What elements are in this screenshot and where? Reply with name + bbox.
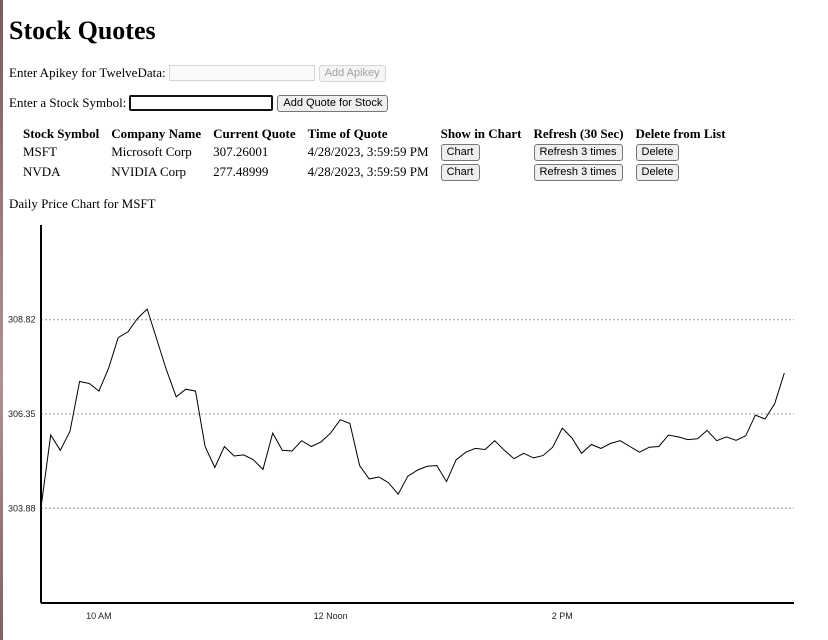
- row-delete-cell: Delete: [631, 142, 733, 162]
- delete-button[interactable]: Delete: [635, 144, 680, 161]
- price-chart: 303.88 306.35 308.82 10 AM 12 Noon 2 PM: [8, 225, 794, 621]
- refresh-button[interactable]: Refresh 3 times: [533, 144, 623, 161]
- chart-button[interactable]: Chart: [440, 144, 480, 161]
- chart-button[interactable]: Chart: [440, 164, 480, 181]
- row-quote: 307.26001: [213, 144, 269, 159]
- table-header-row: Stock Symbol Company Name Current Quote …: [18, 125, 733, 142]
- row-symbol: NVDA: [23, 164, 61, 179]
- row-time: 4/28/2023, 3:59:59 PM: [307, 164, 429, 179]
- row-time: 4/28/2023, 3:59:59 PM: [307, 144, 429, 159]
- row-chart-cell: Chart: [436, 162, 529, 182]
- row-symbol: MSFT: [23, 144, 57, 159]
- page-title: Stock Quotes: [9, 16, 156, 45]
- x-tick-label: 12 Noon: [314, 611, 348, 621]
- delete-button[interactable]: Delete: [635, 164, 680, 181]
- row-delete-cell: Delete: [631, 162, 733, 182]
- table-row: NVDA NVIDIA Corp 277.48999 4/28/2023, 3:…: [18, 162, 733, 182]
- symbol-label: Enter a Stock Symbol:: [9, 95, 127, 110]
- add-quote-button[interactable]: Add Quote for Stock: [277, 94, 389, 112]
- row-refresh-cell: Refresh 3 times: [529, 162, 631, 182]
- price-line: [40, 308, 785, 508]
- table-row: MSFT Microsoft Corp 307.26001 4/28/2023,…: [18, 142, 733, 162]
- header-stock-symbol: Stock Symbol: [23, 125, 100, 141]
- row-company: NVIDIA Corp: [111, 164, 186, 179]
- row-chart-cell: Chart: [436, 142, 529, 162]
- row-company: Microsoft Corp: [111, 144, 192, 159]
- y-tick-label: 308.82: [8, 315, 36, 325]
- row-quote: 277.48999: [213, 164, 269, 179]
- refresh-button[interactable]: Refresh 3 times: [533, 164, 623, 181]
- header-refresh: Refresh (30 Sec): [533, 125, 624, 141]
- row-refresh-cell: Refresh 3 times: [529, 142, 631, 162]
- header-delete: Delete from List: [635, 125, 726, 141]
- quotes-table: Stock Symbol Company Name Current Quote …: [18, 125, 733, 182]
- apikey-label: Enter Apikey for TwelveData:: [9, 65, 166, 80]
- apikey-row: Enter Apikey for TwelveData: Add Apikey: [9, 64, 386, 82]
- symbol-row: Enter a Stock Symbol: Add Quote for Stoc…: [9, 94, 389, 112]
- apikey-input[interactable]: [168, 65, 315, 81]
- stock-symbol-input[interactable]: [129, 95, 274, 111]
- header-company-name: Company Name: [111, 125, 202, 141]
- header-current-quote: Current Quote: [213, 125, 296, 141]
- chart-heading: Daily Price Chart for MSFT: [9, 196, 156, 211]
- add-apikey-button[interactable]: Add Apikey: [318, 64, 386, 82]
- y-tick-label: 303.88: [8, 503, 36, 513]
- y-tick-label: 306.35: [8, 409, 36, 419]
- x-tick-label: 2 PM: [552, 611, 573, 621]
- header-time-of-quote: Time of Quote: [307, 125, 388, 141]
- x-tick-label: 10 AM: [86, 611, 112, 621]
- header-show-in-chart: Show in Chart: [440, 125, 522, 141]
